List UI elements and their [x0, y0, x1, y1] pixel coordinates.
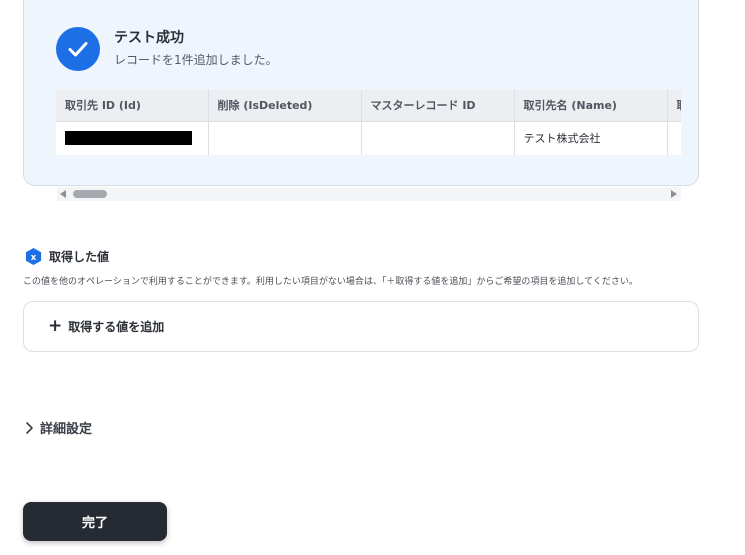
success-title: テスト成功 — [114, 30, 184, 46]
scroll-thumb[interactable] — [73, 190, 107, 198]
scroll-left-arrow-icon[interactable] — [60, 190, 66, 198]
table-row: テスト株式会社 — [56, 121, 681, 155]
column-header: マスターレコード ID — [361, 90, 515, 122]
variable-hex-icon: x — [25, 247, 42, 266]
advanced-settings-label: 詳細設定 — [40, 422, 93, 437]
table-cell: テスト株式会社 — [514, 121, 668, 155]
acquired-values-description: この値を他のオペレーションで利用することができます。利用したい項目がない場合は、… — [23, 277, 638, 287]
svg-text:x: x — [31, 253, 37, 263]
done-button[interactable]: 完了 — [23, 502, 167, 541]
column-header: 削除 (IsDeleted) — [208, 90, 362, 122]
plus-icon: + — [48, 316, 63, 336]
scroll-right-arrow-icon[interactable] — [671, 190, 677, 198]
chevron-right-icon — [26, 421, 33, 434]
add-acquired-value-button[interactable]: + 取得する値を追加 — [23, 301, 699, 352]
add-acquired-value-label: 取得する値を追加 — [68, 320, 165, 334]
success-subtitle: レコードを1件追加しました。 — [114, 53, 278, 67]
table-cell — [667, 121, 681, 155]
table-header-row: 取引先 ID (Id) 削除 (IsDeleted) マスターレコード ID 取… — [56, 90, 681, 122]
table-cell — [208, 121, 362, 155]
acquired-values-header: x 取得した値 — [24, 247, 109, 266]
acquired-values-title: 取得した値 — [49, 250, 110, 264]
advanced-settings-toggle[interactable]: 詳細設定 — [24, 418, 92, 437]
column-header: 取引先 ID (Id) — [56, 90, 209, 122]
table-cell — [361, 121, 515, 155]
table-cell-id — [56, 121, 209, 155]
horizontal-scrollbar[interactable] — [57, 187, 681, 201]
column-header: 取 — [667, 90, 681, 122]
success-check-icon — [56, 27, 100, 71]
page: テスト成功 レコードを1件追加しました。 取引先 ID (Id) 削除 (IsD… — [0, 0, 745, 555]
column-header: 取引先名 (Name) — [514, 90, 668, 122]
redacted-block — [65, 131, 192, 146]
success-card: テスト成功 レコードを1件追加しました。 取引先 ID (Id) 削除 (IsD… — [23, 0, 699, 186]
result-table: 取引先 ID (Id) 削除 (IsDeleted) マスターレコード ID 取… — [56, 90, 681, 155]
